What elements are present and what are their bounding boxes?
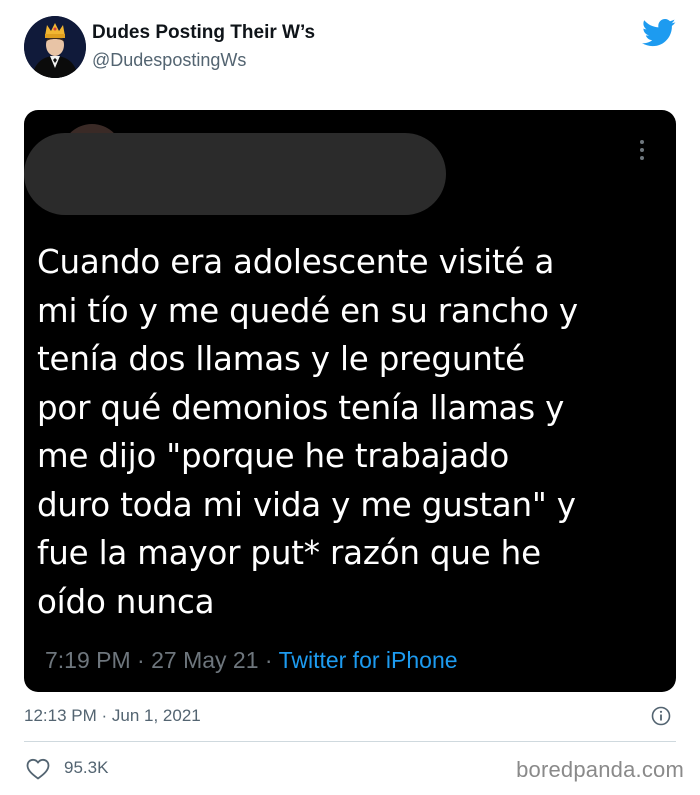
redacted-username-bar: [24, 133, 446, 215]
footer-divider: [24, 741, 676, 742]
embedded-tweet-screenshot: Cuando era adolescente visité a mi tío y…: [24, 110, 676, 692]
embedded-tweet-text: Cuando era adolescente visité a mi tío y…: [37, 243, 578, 621]
crowned-profile-avatar-icon: [24, 16, 86, 78]
twitter-bird-icon[interactable]: [642, 18, 676, 48]
embedded-tweet-source: Twitter for iPhone: [278, 647, 458, 673]
embedded-tweet-time: 7:19 PM: [45, 647, 131, 673]
info-icon[interactable]: [651, 706, 671, 726]
watermark: boredpanda.com: [516, 757, 684, 782]
meta-separator: ·: [264, 647, 273, 673]
author-avatar[interactable]: [24, 16, 86, 78]
tweet-timestamp[interactable]: 12:13 PM · Jun 1, 2021: [24, 706, 201, 726]
embedded-tweet-date: 27 May 21: [151, 647, 259, 673]
like-count[interactable]: 95.3K: [64, 758, 108, 778]
meta-separator: ·: [137, 647, 145, 673]
more-options-icon: [638, 140, 646, 164]
embedded-tweet-meta: 7:19 PM · 27 May 21 · Twitter for iPhone: [45, 647, 458, 674]
heart-icon[interactable]: [26, 758, 50, 780]
tweet-header: Dudes Posting Their W’s @DudespostingWs: [24, 16, 684, 82]
author-handle[interactable]: @DudespostingWs: [92, 50, 246, 71]
author-name[interactable]: Dudes Posting Their W’s: [92, 22, 315, 44]
